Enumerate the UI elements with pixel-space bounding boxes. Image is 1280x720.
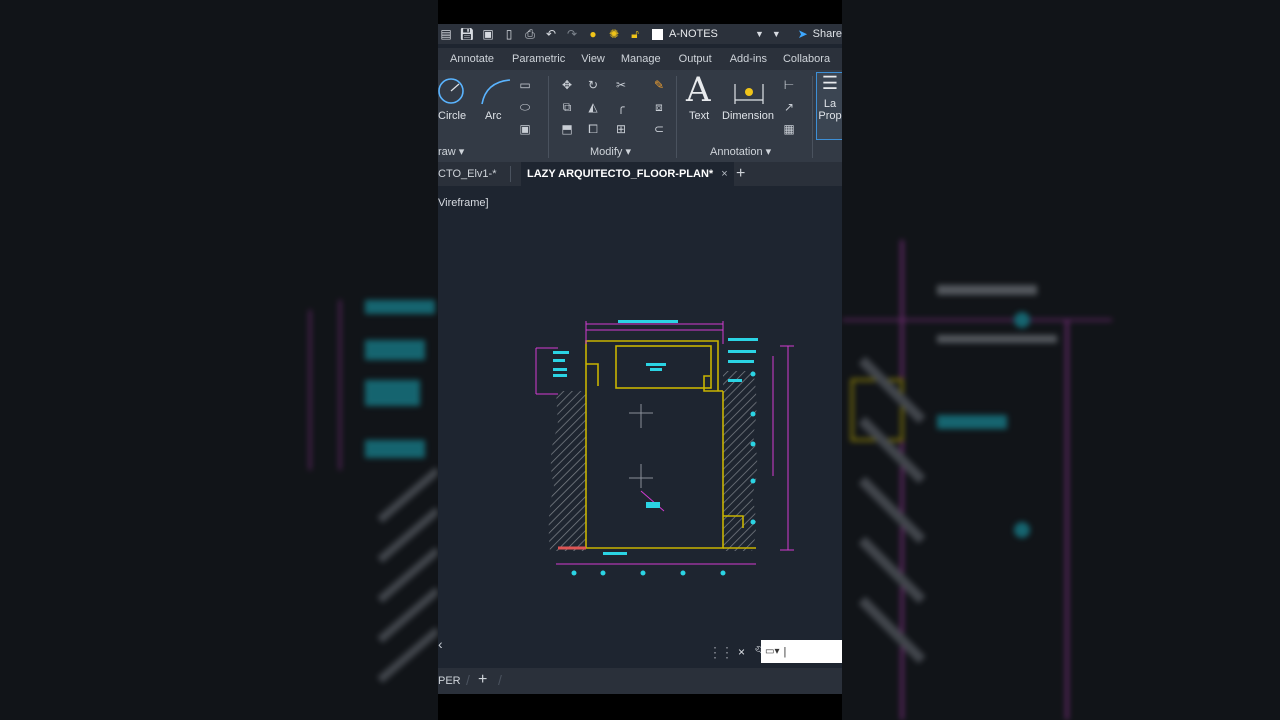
draw-panel-title[interactable]: raw ▾: [438, 145, 464, 158]
arc-button[interactable]: Arc: [485, 110, 502, 122]
doc-tab-floor-plan[interactable]: LAZY ARQUITECTO_FLOOR-PLAN* ×: [521, 162, 734, 186]
bottom-letterbox: [438, 694, 842, 720]
layer-properties-label: La: [823, 98, 837, 110]
save-as-icon[interactable]: ▣: [480, 26, 496, 42]
text-cursor: |: [783, 645, 787, 658]
stretch-icon[interactable]: ⬒: [560, 122, 574, 136]
dimension-button[interactable]: Dimension: [722, 110, 774, 122]
share-label: Share: [812, 28, 842, 40]
rectangle-icon[interactable]: ▭: [518, 78, 532, 92]
linear-dimension-icon[interactable]: ⊢: [782, 78, 796, 92]
tab-divider: [510, 166, 511, 182]
tab-divider: /: [498, 672, 502, 688]
viewport-style-label[interactable]: Vireframe]: [438, 197, 489, 209]
annotation-panel-title[interactable]: Annotation ▾: [710, 145, 771, 158]
floor-plan-drawing[interactable]: [528, 316, 798, 584]
hatch-icon[interactable]: ▣: [518, 122, 532, 136]
close-icon[interactable]: ×: [721, 168, 727, 180]
plus-icon: +: [736, 165, 746, 182]
erase-icon[interactable]: ✎: [652, 78, 666, 92]
offset-icon[interactable]: ⊂: [652, 122, 666, 136]
circle-button[interactable]: Circle: [438, 110, 466, 122]
redo-icon[interactable]: ↷: [564, 26, 580, 42]
left-blur-panel: [0, 0, 438, 720]
close-icon[interactable]: ×: [738, 645, 745, 659]
command-input[interactable]: ▭▾ |: [761, 640, 842, 663]
text-button[interactable]: Text: [689, 110, 709, 122]
layout-tab-paper[interactable]: PER: [438, 675, 461, 687]
layout-tabs: PER / + /: [438, 668, 842, 694]
workspace-dropdown-icon[interactable]: ▼: [772, 29, 781, 39]
modify-panel-title[interactable]: Modify ▾: [590, 145, 631, 158]
document-tabs: CTO_Elv1-* LAZY ARQUITECTO_FLOOR-PLAN* ×…: [438, 162, 842, 186]
circle-icon[interactable]: [438, 76, 468, 106]
tab-collaborate[interactable]: Collabora: [783, 53, 830, 65]
column-markers: [629, 404, 653, 488]
explode-icon[interactable]: ⧈: [652, 100, 666, 114]
left-earth-hatch: [548, 391, 586, 551]
command-history-icon[interactable]: ▭▾: [765, 646, 779, 657]
tab-divider: /: [466, 672, 470, 688]
tab-parametric[interactable]: Parametric: [512, 53, 565, 65]
chevron-down-icon: ▼: [755, 29, 764, 39]
doc-tab-label: CTO_Elv1-*: [438, 168, 497, 180]
open-icon[interactable]: ▯: [501, 26, 517, 42]
arc-icon[interactable]: [480, 76, 512, 106]
ribbon-panel: Circle Arc ▭ ⬭ ▣ ✥ ↻ ✂ ✎ ⧉ ◭ ╭ ⧈ ⬒ ⧠ ⊞ ⊂…: [438, 70, 842, 162]
trim-icon[interactable]: ✂: [614, 78, 628, 92]
grip-icon[interactable]: ⋮⋮: [708, 644, 734, 661]
sun-icon[interactable]: ✺: [606, 26, 622, 42]
new-icon[interactable]: ▤: [438, 26, 454, 42]
doc-tab-label: LAZY ARQUITECTO_FLOOR-PLAN*: [527, 168, 714, 180]
move-icon[interactable]: ✥: [560, 78, 574, 92]
ribbon-tabs: Annotate Parametric View Manage Output A…: [438, 48, 842, 70]
layer-dropdown[interactable]: A-NOTES ▼: [652, 26, 764, 42]
tab-add-ins[interactable]: Add-ins: [730, 53, 767, 65]
tab-manage[interactable]: Manage: [621, 53, 661, 65]
right-blur-panel: [842, 0, 1280, 720]
quick-access-toolbar: ▤ 💾︎ ▣ ▯ ⎙ ↶ ↷ ● ✺ 🔓︎ A-NOTES ▼ ▼ ➤ Shar…: [438, 24, 842, 44]
fillet-icon[interactable]: ╭: [614, 100, 628, 114]
layers-icon: ☰: [821, 73, 839, 93]
save-icon[interactable]: 💾︎: [459, 26, 475, 42]
copy-icon[interactable]: ⧉: [560, 100, 574, 114]
tab-annotate[interactable]: Annotate: [450, 53, 494, 65]
array-icon[interactable]: ⊞: [614, 122, 628, 136]
undo-icon[interactable]: ↶: [543, 26, 559, 42]
ribbon-panel-titles: raw ▾ Modify ▾ Annotation ▾: [438, 142, 842, 160]
scroll-left-icon[interactable]: ‹: [438, 636, 443, 652]
lock-icon[interactable]: 🔓︎: [627, 26, 643, 42]
share-button[interactable]: ➤ Share: [798, 27, 842, 41]
layer-properties-label-2: Prop: [818, 110, 842, 122]
new-tab-button[interactable]: +: [736, 162, 745, 186]
tab-output[interactable]: Output: [679, 53, 712, 65]
add-layout-button[interactable]: +: [478, 671, 487, 689]
send-icon: ➤: [797, 27, 808, 41]
table-icon[interactable]: ▦: [782, 122, 796, 136]
autocad-window: ▤ 💾︎ ▣ ▯ ⎙ ↶ ↷ ● ✺ 🔓︎ A-NOTES ▼ ▼ ➤ Shar…: [438, 0, 842, 720]
layer-name: A-NOTES: [669, 28, 718, 40]
scale-icon[interactable]: ⧠: [586, 122, 600, 136]
lightbulb-icon[interactable]: ●: [585, 26, 601, 42]
rotate-icon[interactable]: ↻: [586, 78, 600, 92]
layer-properties-button[interactable]: ☰ La Prop: [816, 72, 842, 140]
layer-color-swatch: [652, 28, 663, 40]
dimension-icon[interactable]: [732, 78, 766, 106]
top-letterbox: [438, 0, 842, 24]
leader-icon[interactable]: ↗: [782, 100, 796, 114]
tab-view[interactable]: View: [581, 53, 605, 65]
text-icon[interactable]: A: [686, 70, 711, 110]
print-icon[interactable]: ⎙: [522, 26, 538, 42]
doc-tab-elevation[interactable]: CTO_Elv1-*: [438, 162, 496, 186]
mirror-icon[interactable]: ◭: [586, 100, 600, 114]
ellipse-icon[interactable]: ⬭: [518, 100, 532, 114]
